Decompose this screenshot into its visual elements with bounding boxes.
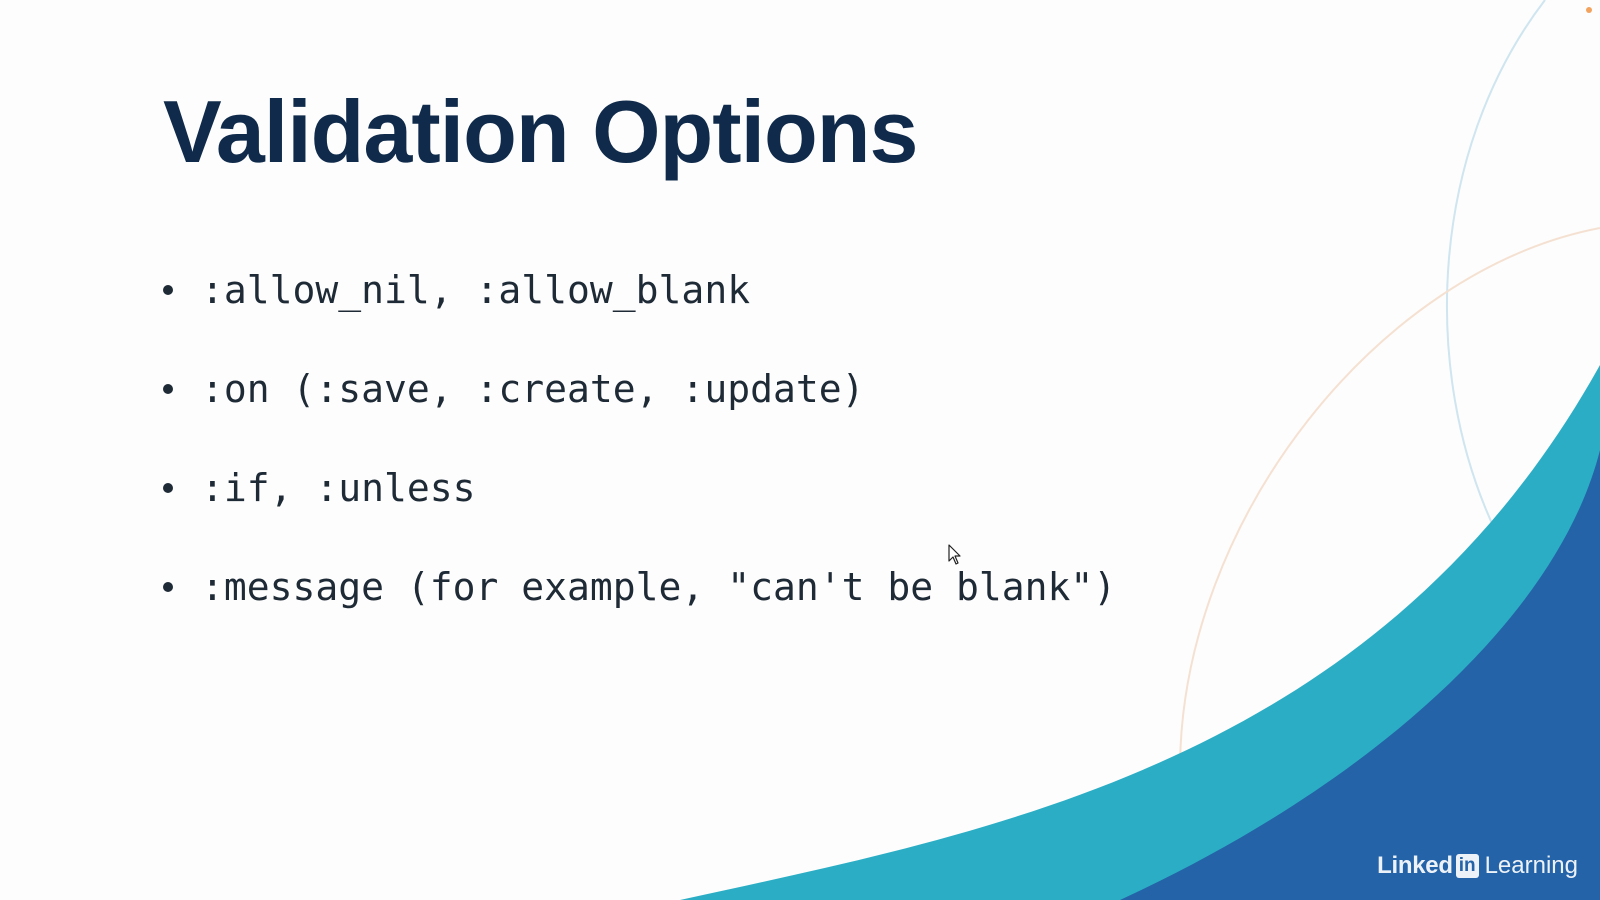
bullet-item: :message (for example, "can't be blank") xyxy=(163,537,1116,636)
linkedin-learning-logo: Linked in Learning xyxy=(1377,852,1578,880)
corner-dot xyxy=(1586,7,1592,13)
bullet-dot-icon xyxy=(163,284,173,295)
brand-linked-text: Linked xyxy=(1377,852,1453,879)
bullet-item: :if, :unless xyxy=(163,438,1116,537)
bullet-list: :allow_nil, :allow_blank :on (:save, :cr… xyxy=(163,240,1116,636)
bullet-dot-icon xyxy=(163,581,173,592)
mouse-pointer-icon xyxy=(948,544,961,565)
bullet-text: :allow_nil, :allow_blank xyxy=(201,267,751,312)
brand-learning-text: Learning xyxy=(1484,852,1578,879)
bullet-dot-icon xyxy=(163,482,173,493)
bullet-dot-icon xyxy=(163,383,173,394)
slide: Validation Options :allow_nil, :allow_bl… xyxy=(0,0,1600,900)
bullet-text: :if, :unless xyxy=(201,465,476,510)
bullet-item: :allow_nil, :allow_blank xyxy=(163,240,1116,339)
bullet-item: :on (:save, :create, :update) xyxy=(163,339,1116,438)
bullet-text: :on (:save, :create, :update) xyxy=(201,366,865,411)
brand-in-badge: in xyxy=(1455,854,1479,878)
thin-blue-arc xyxy=(1446,0,1546,531)
bullet-text: :message (for example, "can't be blank") xyxy=(201,564,1117,609)
slide-title: Validation Options xyxy=(163,82,918,181)
